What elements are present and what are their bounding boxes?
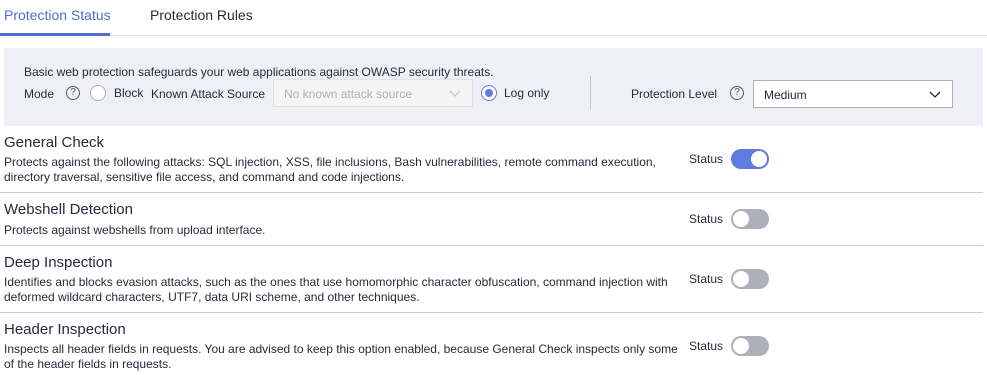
status-label: Status [689,152,724,166]
known-attack-source-value: No known attack source [284,87,413,101]
protection-level-help-icon[interactable]: ? [730,86,744,100]
section-title: Webshell Detection [4,201,133,218]
protection-level-select[interactable]: Medium [753,80,953,108]
deep-inspection-toggle[interactable] [731,269,769,289]
toggle-knob [751,151,767,167]
mode-help-icon[interactable]: ? [66,86,80,100]
section-description: Identifies and blocks evasion attacks, s… [4,275,668,304]
panel-description: Basic web protection safeguards your web… [24,65,494,79]
section-webshell-detection: Webshell Detection Protects against webs… [0,193,983,246]
block-radio[interactable] [90,85,106,101]
section-description: Protects against the following attacks: … [4,155,656,184]
tab-protection-status[interactable]: Protection Status [4,7,111,23]
log-only-radio[interactable] [481,85,497,101]
status-label: Status [689,212,724,226]
protection-level-value: Medium [764,88,807,102]
mode-label: Mode [24,87,55,101]
active-tab-indicator [0,33,110,36]
general-check-toggle[interactable] [731,149,769,169]
header-inspection-toggle[interactable] [731,336,769,356]
toggle-knob [733,338,749,354]
log-only-label: Log only [504,86,550,100]
toggle-knob [733,271,749,287]
toggle-knob [733,211,749,227]
tab-bar: Protection Status Protection Rules [0,0,987,36]
section-title: Header Inspection [4,321,126,338]
section-deep-inspection: Deep Inspection Identifies and blocks ev… [0,246,983,313]
chevron-down-icon [449,90,461,97]
section-title: General Check [4,134,105,151]
block-label: Block [114,86,144,100]
protection-settings-panel: Basic web protection safeguards your web… [4,48,983,126]
known-attack-source-select[interactable]: No known attack source [273,79,473,107]
status-label: Status [689,339,724,353]
protection-level-label: Protection Level [631,87,718,101]
section-description: Protects against webshells from upload i… [4,223,266,237]
section-description: Inspects all header fields in requests. … [4,342,678,371]
section-header-inspection: Header Inspection Inspects all header fi… [0,313,983,375]
known-attack-source-label: Known Attack Source [151,87,266,101]
panel-divider [590,76,591,110]
webshell-detection-toggle[interactable] [731,209,769,229]
section-title: Deep Inspection [4,254,113,271]
tab-protection-rules[interactable]: Protection Rules [150,7,253,23]
section-general-check: General Check Protects against the follo… [0,126,983,193]
chevron-down-icon [929,91,941,98]
status-label: Status [689,272,724,286]
